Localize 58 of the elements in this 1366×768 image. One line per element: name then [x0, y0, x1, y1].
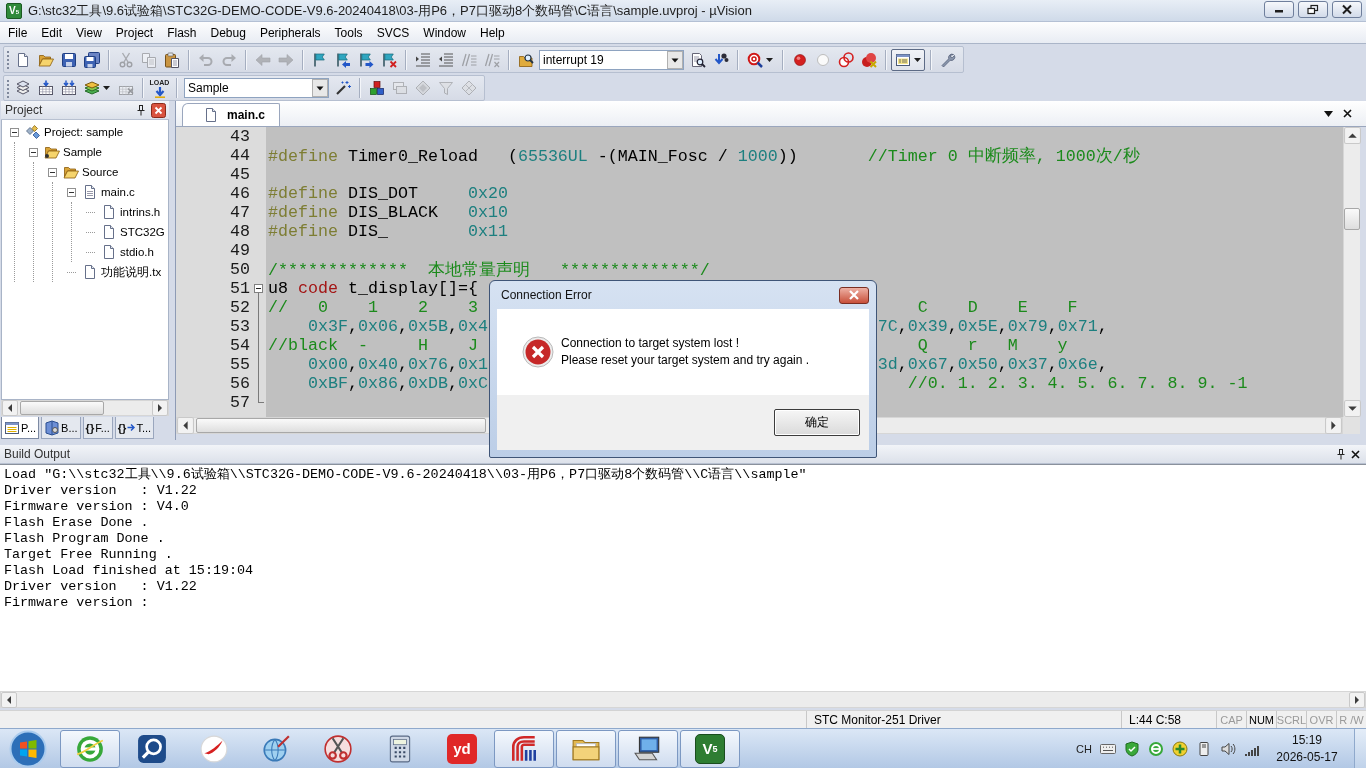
code-line: //black - H J [268, 336, 478, 355]
braces-icon: {} [85, 421, 95, 434]
line-number: 43 [230, 127, 250, 146]
line-number: 56 [230, 374, 250, 393]
line-number: 55 [230, 355, 250, 374]
line-number: 54 [230, 336, 250, 355]
logo-tile: yd [447, 733, 477, 764]
clock-date: 2026-05-17 [1276, 748, 1338, 766]
line-number: 57 [230, 393, 250, 412]
line-number: 53 [230, 317, 250, 336]
line-number: 51 [230, 279, 250, 298]
line-number: 52 [230, 298, 250, 317]
output-line: Firmware version : [4, 595, 149, 611]
output-line: Driver version : V1.22 [4, 483, 197, 499]
line-number: 48 [230, 222, 250, 241]
status-indicator: SCRL [1276, 713, 1307, 726]
line-number: 46 [230, 184, 250, 203]
status-text: L:44 C:58 [1129, 712, 1182, 727]
code-line: 7C,0x39,0x5E,0x79,0x71, [877, 317, 1108, 336]
window-title: G:\stc32工具\9.6试验箱\STC32G-DEMO-CODE-V9.6-20240418\03-用P6，P7口驱动8个数码管\C语言\sample.uvproj - µVision [28, 1, 753, 20]
code-line: 0xBF,0x86,0xDB,0xC [307, 374, 488, 393]
panel-title: Build Output [4, 447, 72, 461]
line-number: 49 [230, 241, 250, 260]
code-line: C D E F [917, 298, 1078, 317]
status-text: STC Monitor-251 Driver [814, 712, 941, 727]
message-text: Please reset your target system and try again . [561, 352, 810, 369]
code-line: #define DIS_BLACK 0x10 [268, 203, 508, 222]
message-text: Connection to target system lost ! [561, 335, 740, 352]
code-line: 0x3F,0x06,0x5B,0x4 [307, 317, 488, 336]
panel-title: Project [5, 103, 44, 117]
status-indicator: NUM [1248, 713, 1275, 726]
output-line: Flash Program Done . [4, 531, 165, 547]
code-line: Q r M y [917, 336, 1068, 355]
line-number: 50 [230, 260, 250, 279]
dialog-title: Connection Error [501, 288, 592, 302]
output-line: Flash Load finished at 15:19:04 [4, 563, 254, 579]
line-number: 47 [230, 203, 250, 222]
code-line: 3d,0x67,0x50,0x37,0x6e, [877, 355, 1108, 374]
status-indicator: R /W [1339, 713, 1364, 726]
code-line: 0x00,0x40,0x76,0x1 [307, 355, 488, 374]
status-indicator: OVR [1309, 713, 1334, 726]
output-line: Target Free Running . [4, 547, 173, 563]
clock-time: 15:19 [1292, 731, 1322, 749]
braces-icon: {} [117, 421, 127, 434]
output-line: Flash Erase Done . [4, 515, 149, 531]
code-line: #define Timer0_Reload (65536UL -(MAIN_Fosc / 1000)) //Timer 0 中断频率, 1000次/秒 [268, 145, 1140, 167]
output-line: Load "G:\\stc32工具\\9.6试验箱\\STC32G-DEMO-CODE-V9.6-20240418\\03-用P6，P7口驱动8个数码管\\C语言\\sample" [4, 467, 807, 483]
code-line: #define DIS_ 0x11 [268, 222, 508, 241]
line-number: 44 [230, 146, 250, 165]
status-indicator: CAP [1220, 713, 1243, 726]
code-line: /************* 本地常量声明 **************/ [268, 259, 710, 281]
code-line: #define DIS_DOT 0x20 [268, 184, 508, 203]
line-number: 45 [230, 165, 250, 184]
code-line: u8 code t_display[]={ [268, 279, 478, 298]
code-line: //0. 1. 2. 3. 4. 5. 6. 7. 8. 9. -1 [907, 374, 1248, 393]
output-line: Firmware version : V4.0 [4, 499, 189, 515]
output-line: Driver version : V1.22 [4, 579, 197, 595]
code-line: // 0 1 2 3 [268, 298, 478, 317]
